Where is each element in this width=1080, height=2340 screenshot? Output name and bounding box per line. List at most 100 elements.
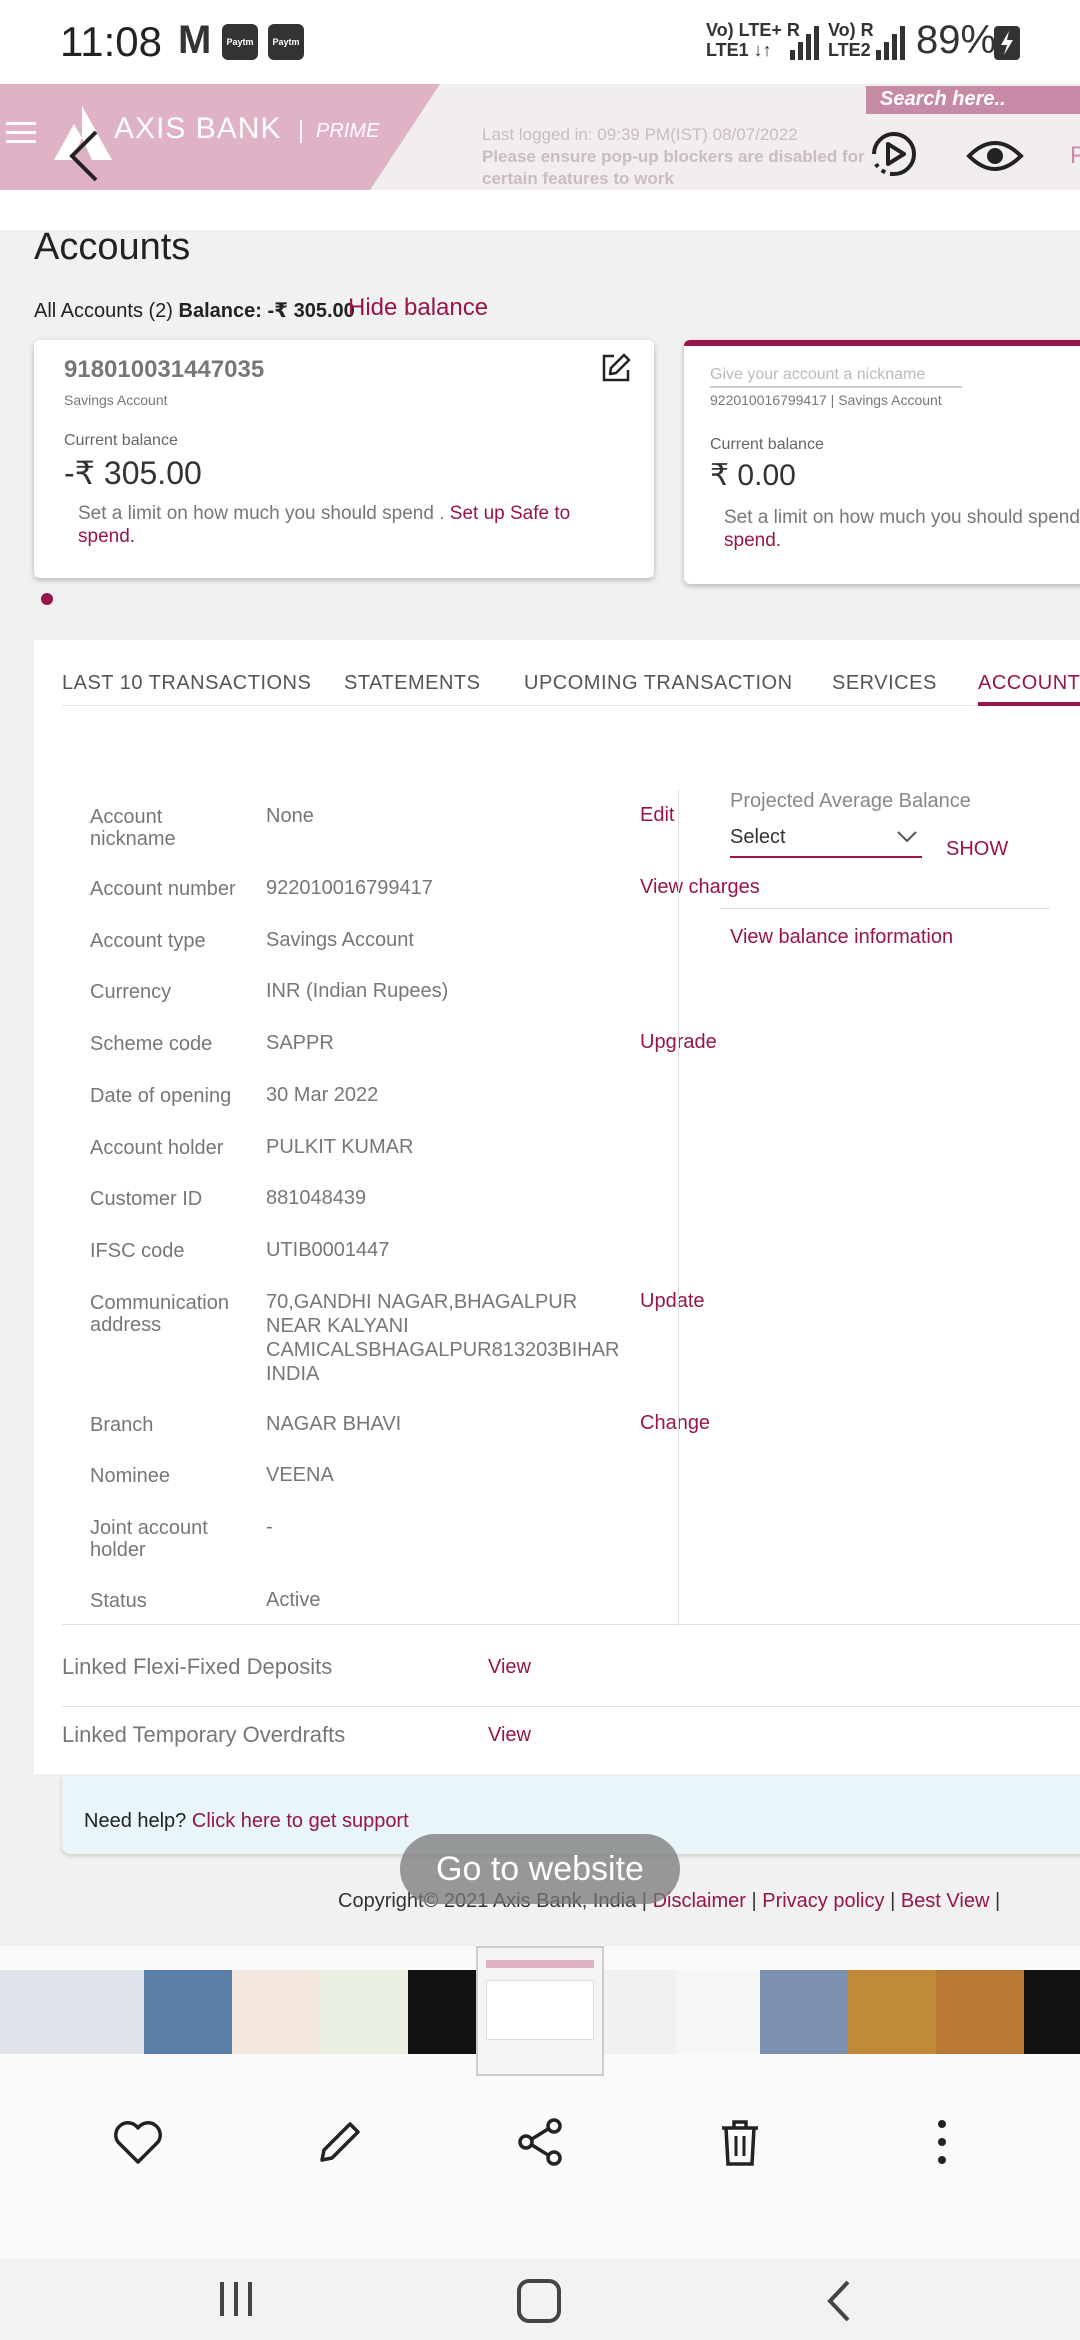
spend-limit-message: Set a limit on how much you should spend — [724, 507, 1080, 528]
detail-label: Account holder — [90, 1137, 224, 1159]
more-options-icon[interactable] — [912, 2112, 972, 2172]
detail-value: 30 Mar 2022 — [266, 1084, 379, 1106]
detail-value: UTIB0001447 — [266, 1239, 390, 1261]
trash-icon[interactable] — [710, 2112, 770, 2172]
detail-value: NAGAR BHAVI — [266, 1413, 402, 1435]
gallery-thumbnail-selected[interactable] — [476, 1946, 604, 2076]
gallery-thumbnail[interactable] — [320, 1970, 408, 2054]
detail-value: VEENA — [266, 1464, 334, 1486]
detail-label: Status — [90, 1590, 147, 1612]
gallery-thumbnail[interactable] — [1024, 1970, 1080, 2054]
detail-label: Nominee — [90, 1465, 171, 1487]
tab-statements[interactable]: STATEMENTS — [344, 672, 480, 695]
paytm-notification-icon: Paytm — [222, 24, 258, 60]
gallery-thumbnail[interactable] — [0, 1970, 144, 2054]
header-truncated-link[interactable]: P — [1070, 142, 1080, 170]
edit-nickname-link[interactable]: Edit — [640, 804, 674, 827]
pencil-edit-icon[interactable] — [310, 2112, 370, 2172]
linked-divider — [62, 1706, 1080, 1707]
gallery-thumbnail[interactable] — [144, 1970, 232, 2054]
privacy-policy-link[interactable]: Privacy policy — [762, 1890, 884, 1912]
gallery-thumbnail[interactable] — [232, 1970, 320, 2054]
nickname-input[interactable]: Give your account a nickname — [710, 366, 962, 388]
detail-value: SAPPR — [266, 1032, 334, 1054]
carousel-indicator-dot[interactable] — [41, 593, 53, 605]
gallery-thumbnail[interactable] — [760, 1970, 848, 2054]
mail-icon: M — [178, 18, 212, 62]
detail-value: Savings Account — [266, 929, 414, 951]
change-branch-link[interactable]: Change — [640, 1412, 710, 1435]
safe-to-spend-link[interactable]: spend. — [724, 530, 781, 552]
view-linked-deposits-link[interactable]: View — [488, 1656, 531, 1679]
account-card-number: 918010031447035 — [64, 356, 265, 383]
popup-blocker-notice: Please ensure pop-up blockers are disabl… — [482, 147, 865, 188]
detail-label: Branch — [90, 1414, 154, 1436]
home-icon[interactable] — [514, 2276, 564, 2331]
chevron-down-icon[interactable] — [896, 830, 918, 849]
show-button[interactable]: SHOW — [946, 838, 1008, 861]
search-input[interactable]: Search here.. — [866, 86, 1080, 114]
gallery-thumbnail[interactable] — [848, 1970, 936, 2054]
select-underline — [730, 856, 922, 858]
detail-value: PULKIT KUMAR — [266, 1136, 414, 1158]
gallery-thumbnail[interactable] — [676, 1970, 760, 2054]
view-charges-link[interactable]: View charges — [640, 876, 760, 899]
account-card-subline: 922010016799417 | Savings Account — [710, 392, 942, 408]
current-balance-label: Current balance — [710, 436, 824, 453]
projected-balance-select[interactable]: Select — [730, 826, 922, 849]
detail-value: 881048439 — [266, 1187, 367, 1209]
detail-value: 70,GANDHI NAGAR,BHAGALPUR NEAR KALYANI C… — [266, 1291, 620, 1385]
go-to-website-button[interactable]: Go to website — [400, 1834, 680, 1904]
help-text: Need help? Click here to get support — [84, 1810, 409, 1832]
update-address-link[interactable]: Update — [640, 1290, 705, 1313]
gallery-thumbnail[interactable] — [936, 1970, 1024, 2054]
active-tab-indicator — [978, 702, 1080, 706]
network-indicator-sim1: Vo) LTE+ R LTE1 ↓↑ — [706, 20, 800, 60]
tab-services[interactable]: SERVICES — [832, 672, 937, 695]
share-icon[interactable] — [510, 2112, 570, 2172]
account-card-type: Savings Account — [64, 392, 168, 408]
eye-icon[interactable] — [966, 136, 1024, 181]
view-linked-overdrafts-link[interactable]: View — [488, 1724, 531, 1747]
status-clock: 11:08 — [60, 18, 162, 65]
tab-upcoming-transaction[interactable]: UPCOMING TRANSACTION — [524, 672, 793, 695]
gallery-thumbnail[interactable] — [408, 1970, 476, 2054]
paytm-notification-icon: Paytm — [268, 24, 304, 60]
detail-label: Account type — [90, 930, 206, 952]
edit-nickname-icon[interactable] — [600, 352, 632, 389]
tabs-divider — [62, 705, 1080, 706]
back-arrow-icon[interactable] — [64, 128, 104, 189]
spend-limit-message: Set a limit on how much you should spend… — [78, 503, 571, 547]
current-balance-label: Current balance — [64, 432, 178, 449]
bank-name: AXIS BANK — [114, 112, 282, 145]
column-divider — [678, 790, 679, 1626]
heart-icon[interactable] — [108, 2112, 168, 2172]
projected-balance-label: Projected Average Balance — [730, 790, 971, 812]
detail-label: Customer ID — [90, 1188, 203, 1210]
hamburger-menu-icon[interactable] — [6, 120, 38, 151]
hide-balance-link[interactable]: Hide balance — [348, 294, 488, 322]
detail-value: 922010016799417 — [266, 877, 433, 899]
projected-divider — [720, 908, 1050, 909]
detail-value: INR (Indian Rupees) — [266, 980, 449, 1002]
back-icon[interactable] — [820, 2276, 860, 2331]
recent-apps-icon[interactable] — [214, 2276, 260, 2327]
support-link[interactable]: Click here to get support — [192, 1810, 409, 1832]
detail-value: - — [266, 1516, 273, 1538]
tab-account-information[interactable]: ACCOUNT I — [978, 672, 1080, 695]
prime-label: PRIME — [300, 120, 379, 143]
last-login-info: Last logged in: 09:39 PM(IST) 08/07/2022… — [482, 124, 872, 190]
gallery-thumbnail[interactable] — [604, 1970, 676, 2054]
video-tour-icon[interactable] — [866, 126, 922, 187]
linked-overdrafts-label: Linked Temporary Overdrafts — [62, 1722, 346, 1747]
tab-last-10-transactions[interactable]: LAST 10 TRANSACTIONS — [62, 672, 311, 695]
detail-label: IFSC code — [90, 1240, 185, 1262]
detail-value: None — [266, 805, 314, 827]
battery-charging-icon — [994, 26, 1020, 60]
view-balance-information-link[interactable]: View balance information — [730, 926, 953, 949]
detail-label: Communication address — [90, 1292, 229, 1336]
current-balance-value: -₹ 305.00 — [64, 455, 202, 491]
signal-icon — [876, 24, 910, 60]
detail-label: Account nickname — [90, 806, 176, 850]
best-view-link[interactable]: Best View — [901, 1890, 990, 1912]
